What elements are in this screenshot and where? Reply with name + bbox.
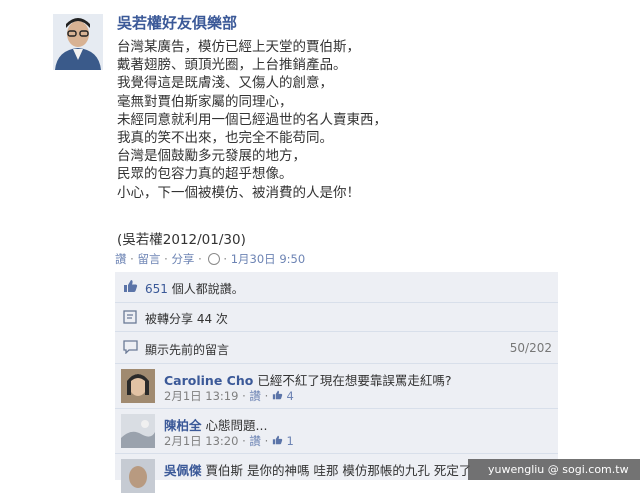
thumbs-up-icon: [272, 434, 283, 448]
likes-row: 651 個人都說讚。: [115, 272, 558, 303]
post-line: 我真的笑不出來，也完全不能苟同。: [117, 130, 333, 147]
likes-text: 個人都說讚。: [171, 282, 244, 296]
watermark: yuwengliu @ sogi.com.tw: [468, 459, 640, 480]
comment-link[interactable]: 留言: [137, 252, 160, 266]
commenter-avatar[interactable]: [121, 369, 155, 403]
post-signature: (吳若權2012/01/30): [117, 232, 246, 248]
separator: ·: [223, 252, 228, 266]
post-line: 小心，下一個被模仿、被消費的人是你！: [117, 184, 360, 201]
post-line: 台灣某廣告，模仿已經上天堂的賈伯斯，: [117, 39, 360, 55]
previous-comments-row[interactable]: 顯示先前的留言 50/202: [115, 332, 558, 364]
comment-time[interactable]: 2月1日 13:20: [164, 434, 238, 448]
thumbs-up-icon: [272, 389, 283, 403]
comment-time[interactable]: 2月1日 13:19: [164, 389, 238, 403]
commenter-name[interactable]: 陳柏全: [164, 418, 202, 433]
separator: ·: [130, 252, 134, 266]
post-line: 戴著翅膀、頭頂光圈，上台推銷產品。: [117, 57, 347, 74]
comment-like-link[interactable]: 讚: [249, 389, 261, 403]
post-text: 台灣某廣告，模仿已經上天堂的賈伯斯， 戴著翅膀、頭頂光圈，上台推銷產品。 我覺得…: [117, 38, 387, 202]
thumbs-up-icon: [123, 279, 138, 296]
comment-item: 陳柏全 心態問題... 2月1日 13:20 · 讚 · 1: [115, 409, 558, 454]
likes-count[interactable]: 651: [145, 282, 168, 296]
comment-like-link[interactable]: 讚: [249, 434, 261, 448]
post-line: 未經同意就利用一個已經過世的名人賣東西，: [117, 111, 387, 128]
share-icon: [123, 310, 137, 327]
post-timestamp[interactable]: 1月30日 9:50: [231, 252, 305, 266]
post-line: 民眾的包容力真的超乎想像。: [117, 166, 293, 183]
comments-count: 50/202: [509, 341, 552, 355]
commenter-avatar[interactable]: [121, 414, 155, 448]
post-line: 我覺得這是既膚淺、又傷人的創意，: [117, 75, 333, 92]
comment-like-count[interactable]: 1: [287, 434, 294, 448]
comment-like-count[interactable]: 4: [287, 389, 294, 403]
post-line: 台灣是個鼓勵多元發展的地方，: [117, 148, 306, 165]
feedback-panel: 651 個人都說讚。 被轉分享 44 次 顯示先前的留言 50/202 Caro…: [115, 272, 558, 493]
separator: ·: [164, 252, 168, 266]
comment-item: Caroline Cho 已經不紅了現在想要靠誤罵走紅嗎? 2月1日 13:19…: [115, 364, 558, 409]
comment-bubble-icon: [123, 340, 138, 357]
post-line: 毫無對賈伯斯家屬的同理心，: [117, 93, 293, 110]
commenter-name[interactable]: 吳佩傑: [164, 463, 202, 478]
poster-name[interactable]: 吳若權好友俱樂部: [117, 12, 237, 33]
comment-text: 已經不紅了現在想要靠誤罵走紅嗎?: [257, 373, 452, 388]
separator: ·: [198, 252, 202, 266]
comment-text: 賈伯斯 是你的神嗎 哇那 模仿那帳的九孔 死定了: [205, 463, 472, 478]
previous-comments-label[interactable]: 顯示先前的留言: [145, 341, 229, 358]
commenter-name[interactable]: Caroline Cho: [164, 373, 253, 388]
like-link[interactable]: 讚: [115, 252, 127, 266]
post-actions: 讚 · 留言 · 分享 · · 1月30日 9:50: [115, 251, 305, 267]
commenter-avatar[interactable]: [121, 459, 155, 493]
share-link[interactable]: 分享: [171, 252, 194, 266]
poster-avatar[interactable]: [53, 14, 103, 70]
shares-text: 被轉分享 44 次: [145, 312, 228, 326]
globe-icon: [208, 253, 221, 265]
shares-row[interactable]: 被轉分享 44 次: [115, 303, 558, 332]
comment-text: 心態問題...: [205, 418, 268, 433]
